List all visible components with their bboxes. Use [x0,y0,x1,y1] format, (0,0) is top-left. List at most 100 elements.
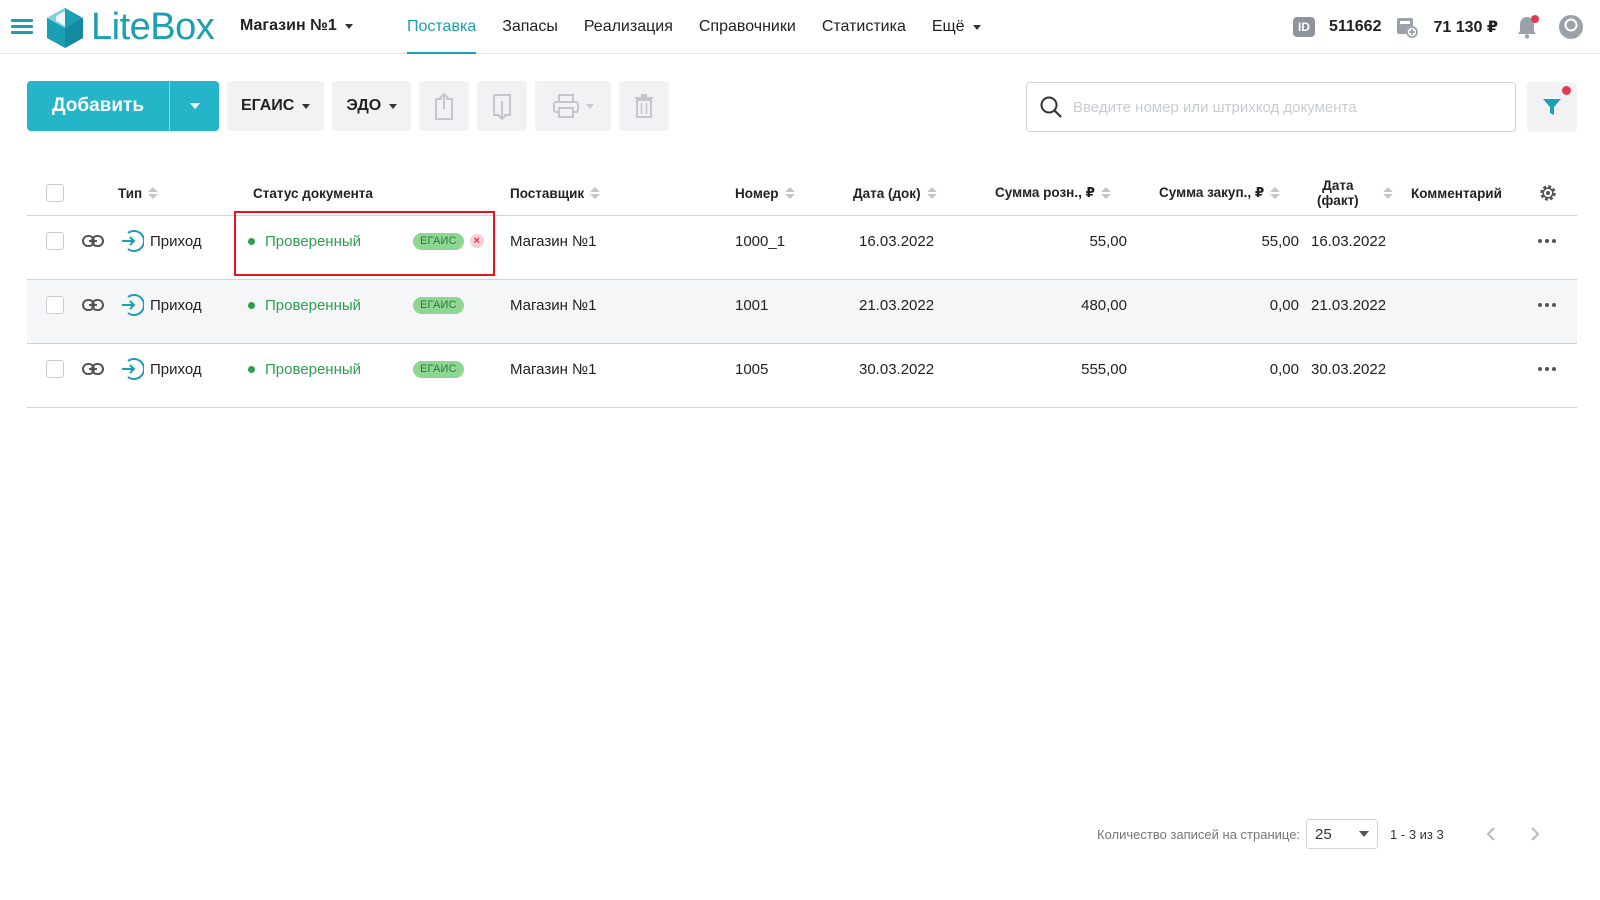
prev-page-button[interactable] [1476,819,1506,849]
row-select-cell [46,344,64,394]
column-header-purchase-sum[interactable]: Сумма закуп., ₽ [1159,171,1281,215]
nav-item-stock[interactable]: Запасы [489,0,571,54]
row-actions-button[interactable] [1538,280,1556,330]
search-input[interactable] [1073,98,1493,116]
add-button-group: Добавить [27,81,219,131]
sort-icon [1270,187,1281,199]
notifications-button[interactable] [1512,12,1542,42]
link-icon [82,299,104,311]
sort-icon [926,187,937,199]
profile-button[interactable] [1556,12,1586,42]
column-label: Сумма закуп., ₽ [1159,185,1265,200]
table-row[interactable]: Приход Проверенный ЕГАИС Магазин №1 1005… [27,344,1577,408]
column-header-doc-date[interactable]: Дата (док) [853,171,937,215]
nav-item-more[interactable]: Ещё [919,0,994,54]
row-checkbox[interactable] [46,360,64,378]
status-text: Проверенный [265,232,362,250]
logo-text: LiteBox [91,5,215,48]
row-checkbox[interactable] [46,296,64,314]
search-box [1026,82,1516,132]
export-button[interactable] [419,81,470,131]
row-actions-button[interactable] [1538,344,1556,394]
status-cell: Проверенный [248,216,361,266]
nav-item-supply[interactable]: Поставка [394,0,489,54]
nav-item-catalogs[interactable]: Справочники [686,0,809,54]
column-header-fact-date[interactable]: Дата (факт) [1317,171,1393,215]
egais-badge: ЕГАИС [413,360,464,378]
egais-badge: ЕГАИС [413,296,464,314]
select-all-cell [46,171,64,215]
nav-item-sales[interactable]: Реализация [571,0,686,54]
column-header-retail-sum[interactable]: Сумма розн., ₽ [995,171,1111,215]
link-button[interactable] [82,280,104,330]
user-avatar-icon [1559,15,1583,39]
column-header-supplier[interactable]: Поставщик [510,171,601,215]
store-selector[interactable]: Магазин №1 [240,17,353,35]
link-button[interactable] [82,216,104,266]
store-name: Магазин №1 [240,17,337,34]
close-icon[interactable]: × [469,234,484,248]
wallet-add-icon[interactable] [1395,15,1419,39]
column-header-type[interactable]: Тип [118,171,159,215]
notification-dot [1531,15,1539,23]
row-checkbox[interactable] [46,232,64,250]
edo-dropdown-button[interactable]: ЭДО [332,81,412,131]
filter-icon [1543,99,1561,115]
per-page-select[interactable]: 25 [1306,819,1379,849]
sort-icon [1100,187,1111,199]
add-dropdown-button[interactable] [169,81,219,131]
egais-dropdown-button[interactable]: ЕГАИС [227,81,325,131]
doc-type: Приход [150,232,202,250]
egais-badge: ЕГАИС [413,232,464,250]
chevron-down-icon [586,103,595,109]
add-button[interactable]: Добавить [27,81,169,131]
logo[interactable]: LiteBox [45,5,215,49]
doc-type: Приход [150,296,202,314]
doc-type: Приход [150,360,202,378]
documents-table: Тип Статус документа Поставщик Номер Дат… [27,171,1577,408]
per-page-value: 25 [1315,825,1332,843]
next-page-button[interactable] [1520,819,1550,849]
filter-button[interactable] [1527,82,1577,132]
retail-sum-cell: 480,00 [1081,296,1127,314]
row-actions-button[interactable] [1538,216,1556,266]
number-cell: 1000_1 [735,232,786,250]
row-select-cell [46,216,64,266]
filter-active-dot [1562,86,1571,95]
chevron-down-icon [1359,831,1370,837]
nav-label: Статистика [821,18,906,35]
trash-icon [635,94,654,118]
search-icon [1040,96,1062,118]
print-button[interactable] [535,81,612,131]
status-dot [248,365,255,373]
chevron-down-icon [189,103,200,109]
menu-icon[interactable] [11,19,33,35]
link-button[interactable] [82,344,104,394]
export-icon [435,92,454,120]
delete-button[interactable] [619,81,670,131]
column-label-line: (факт) [1317,193,1359,208]
more-icon [1538,367,1556,371]
status-dot [248,301,255,309]
table-row[interactable]: Приход Проверенный ЕГАИС × Магазин №1 100… [27,216,1577,280]
table-row[interactable]: Приход Проверенный ЕГАИС Магазин №1 1001… [27,280,1577,344]
incoming-icon [122,230,144,252]
nav-item-statistics[interactable]: Статистика [809,0,919,54]
import-icon [493,94,512,121]
number-cell: 1005 [735,360,769,378]
column-header-comment: Комментарий [1411,171,1502,215]
fact-date-cell: 21.03.2022 [1311,296,1387,314]
doc-date-cell: 21.03.2022 [859,296,935,314]
column-label: Статус документа [253,185,373,201]
fact-date-cell: 30.03.2022 [1311,360,1387,378]
select-all-checkbox[interactable] [46,184,64,202]
purchase-sum-cell: 55,00 [1261,232,1299,250]
column-header-number[interactable]: Номер [735,171,795,215]
status-cell: Проверенный [248,280,361,330]
import-button[interactable] [477,81,528,131]
edo-label: ЭДО [346,97,382,114]
chevron-down-icon [302,103,311,109]
type-cell: Приход [120,280,202,330]
purchase-sum-cell: 0,00 [1269,360,1299,378]
table-settings-button[interactable] [1538,171,1558,215]
